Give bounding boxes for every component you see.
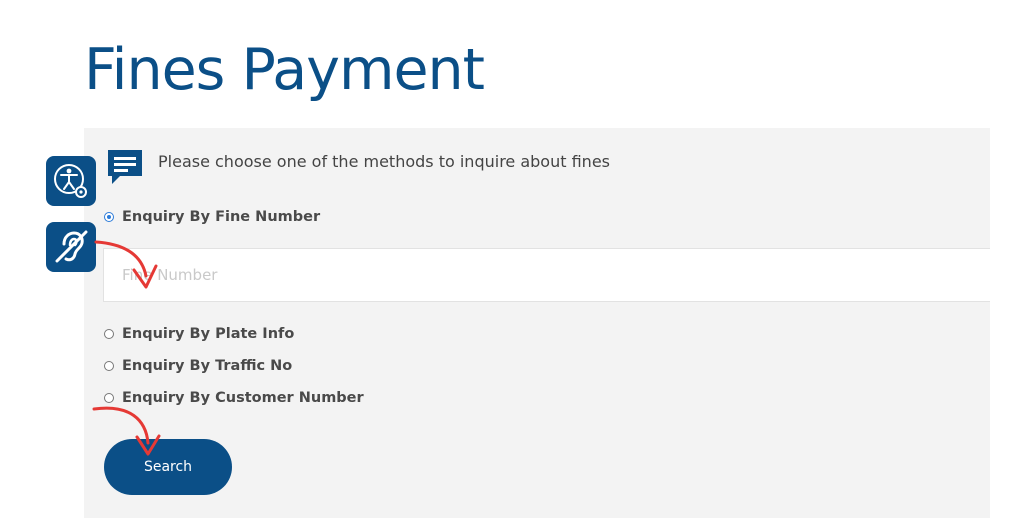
option-customer-number[interactable]: Enquiry By Customer Number	[104, 390, 364, 406]
option-plate-info[interactable]: Enquiry By Plate Info	[104, 326, 294, 342]
accessibility-settings-icon	[54, 164, 87, 198]
info-message: Please choose one of the methods to inqu…	[106, 148, 610, 188]
option-traffic-no-label: Enquiry By Traffic No	[122, 358, 293, 374]
fine-number-input[interactable]	[103, 248, 990, 302]
info-message-text: Please choose one of the methods to inqu…	[158, 152, 610, 171]
radio-customer-number[interactable]	[104, 393, 114, 403]
accessibility-settings-button[interactable]	[46, 156, 96, 206]
option-customer-number-label: Enquiry By Customer Number	[122, 390, 364, 406]
page-title: Fines Payment	[84, 37, 485, 103]
option-plate-info-label: Enquiry By Plate Info	[122, 326, 295, 342]
chat-message-icon	[108, 150, 142, 184]
radio-fine-number[interactable]	[104, 212, 114, 222]
hearing-impaired-button[interactable]	[46, 222, 96, 272]
radio-traffic-no[interactable]	[104, 361, 114, 371]
option-fine-number-label: Enquiry By Fine Number	[122, 209, 321, 225]
option-fine-number[interactable]: Enquiry By Fine Number	[104, 209, 320, 225]
radio-plate-info[interactable]	[104, 329, 114, 339]
option-traffic-no[interactable]: Enquiry By Traffic No	[104, 358, 292, 374]
fines-enquiry-panel: Please choose one of the methods to inqu…	[84, 128, 990, 518]
search-button[interactable]: Search	[104, 439, 232, 495]
hearing-impaired-icon	[55, 230, 88, 263]
